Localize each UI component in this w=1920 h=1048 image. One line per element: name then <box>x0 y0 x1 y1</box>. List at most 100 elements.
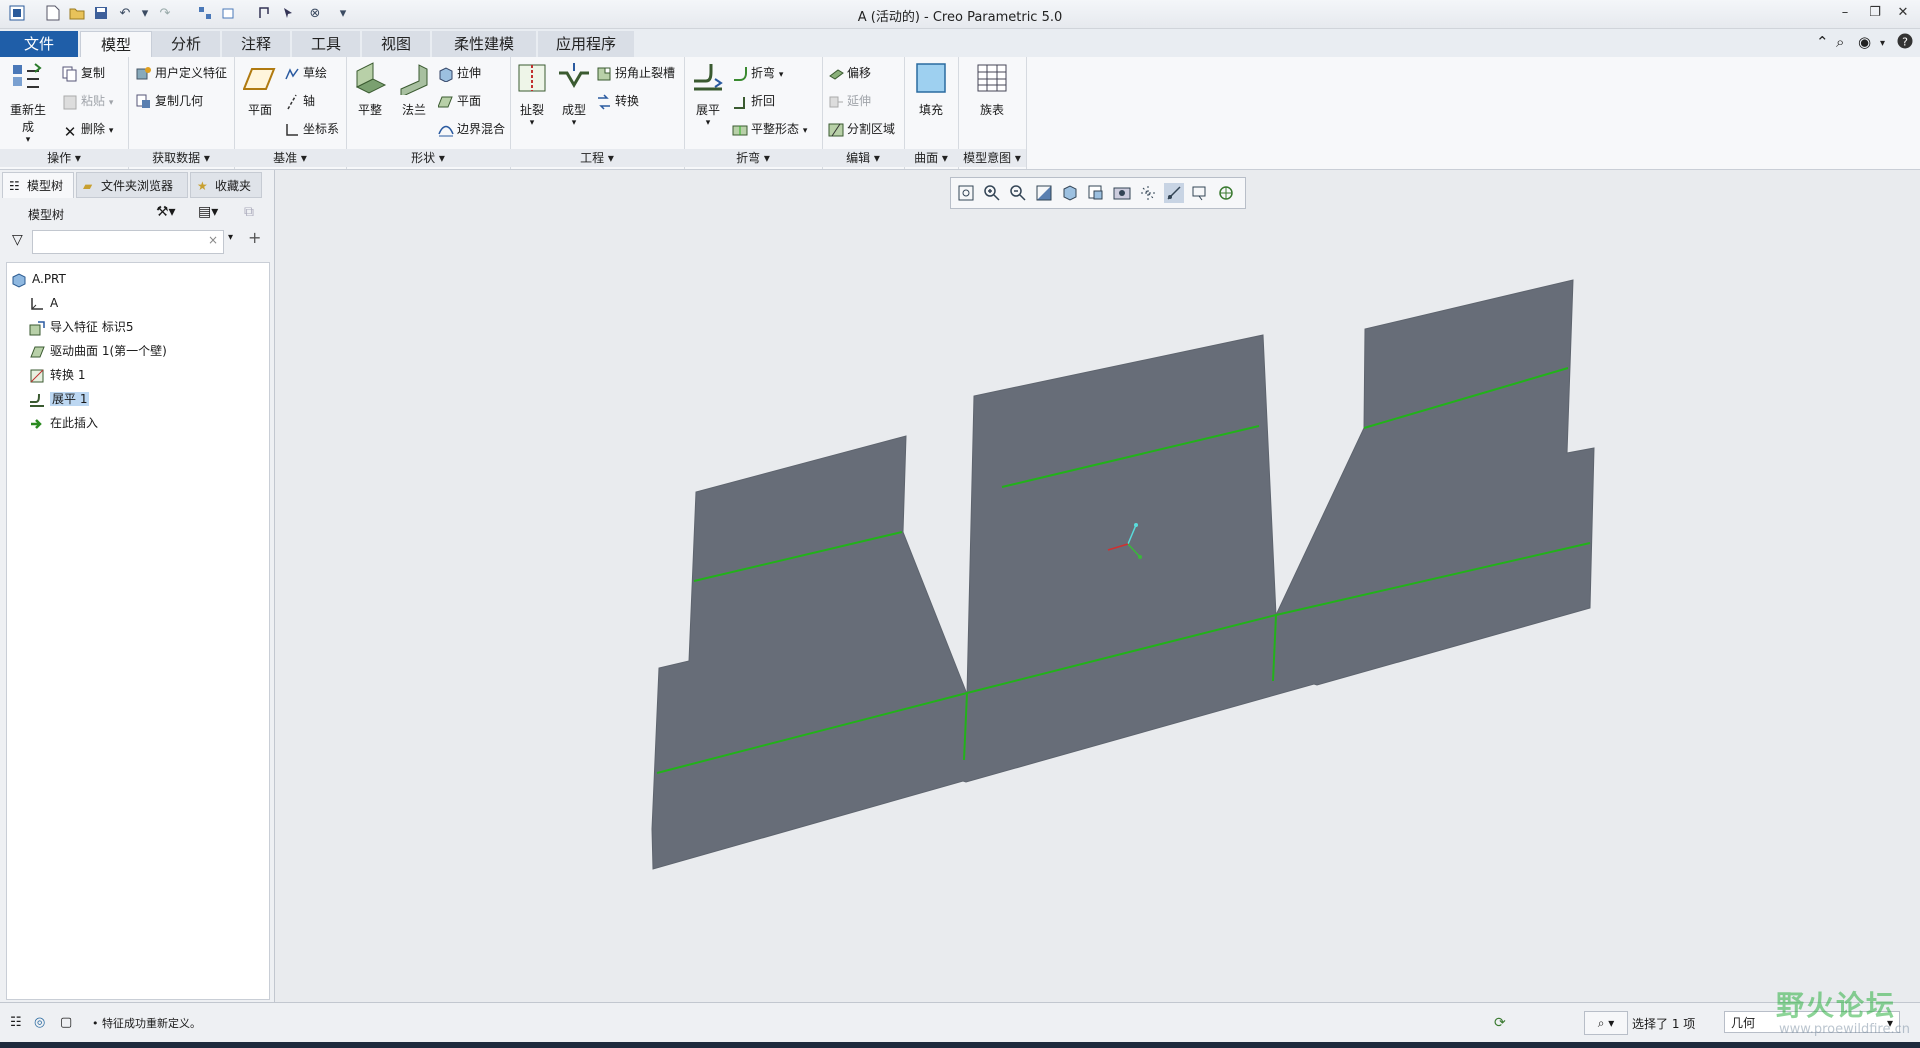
perspective-view-icon[interactable] <box>1138 183 1158 203</box>
unbend-dropdown-icon[interactable]: ▾ <box>686 118 730 128</box>
tree-item-part[interactable]: A.PRT <box>11 269 66 289</box>
flange-button[interactable]: 法兰 <box>392 61 436 118</box>
extend-button[interactable]: 延伸 <box>828 91 871 111</box>
form-dropdown-icon[interactable]: ▾ <box>552 118 596 128</box>
tab-tools[interactable]: 工具 <box>292 31 360 57</box>
group-bends-label[interactable]: 折弯 ▾ <box>684 149 822 167</box>
community-dropdown-icon[interactable]: ▾ <box>1880 38 1885 49</box>
regeneration-status-icon[interactable]: ⟳ <box>1494 1015 1506 1031</box>
split-area-button[interactable]: 分割区域 <box>828 119 895 139</box>
group-get-data-label[interactable]: 获取数据 ▾ <box>128 149 234 167</box>
tree-filter-tool-icon[interactable]: ⧉ <box>244 204 254 220</box>
tab-applications[interactable]: 应用程序 <box>538 31 634 57</box>
axis-button[interactable]: 轴 <box>284 91 315 111</box>
family-table-button[interactable]: 族表 <box>970 61 1014 118</box>
refit-icon[interactable] <box>956 183 976 203</box>
help-icon[interactable]: ? <box>1897 33 1913 53</box>
zoom-in-icon[interactable] <box>982 183 1002 203</box>
extrude-button[interactable]: 拉伸 <box>438 63 481 83</box>
convert-button[interactable]: 转换 <box>596 91 639 111</box>
group-operations-label[interactable]: 操作 ▾ <box>0 149 128 167</box>
tree-item-convert[interactable]: 转换 1 <box>29 365 85 385</box>
group-model-intent-label[interactable]: 模型意图 ▾ <box>958 149 1026 167</box>
unbend-button[interactable]: 展平 ▾ <box>686 61 730 128</box>
community-icon[interactable]: ◉ <box>1858 33 1871 51</box>
paste-button[interactable]: 粘贴 ▾ <box>62 91 113 111</box>
boundary-blend-button[interactable]: 边界混合 <box>438 119 505 139</box>
tab-model[interactable]: 模型 <box>80 31 152 58</box>
regenerate-dropdown-icon[interactable]: ▾ <box>6 135 50 145</box>
tab-flexible-modeling[interactable]: 柔性建模 <box>432 31 536 57</box>
toggle-navigator-icon[interactable]: ☷ <box>10 1015 22 1030</box>
tree-item-driving-surface[interactable]: 驱动曲面 1(第一个壁) <box>29 341 167 361</box>
fill-button[interactable]: 填充 <box>909 61 953 118</box>
tree-settings-icon[interactable]: ⚒▾ <box>156 204 176 220</box>
repaint-icon[interactable] <box>1034 183 1054 203</box>
filter-icon[interactable]: ▽ <box>12 232 23 248</box>
flat-wall-button[interactable]: 平整 <box>348 61 392 118</box>
tab-analysis[interactable]: 分析 <box>152 31 220 57</box>
corner-relief-button[interactable]: 拐角止裂槽 <box>596 63 675 83</box>
restore-icon[interactable]: ❐ <box>1864 3 1886 23</box>
tab-view[interactable]: 视图 <box>362 31 430 57</box>
minimize-icon[interactable]: – <box>1834 3 1856 23</box>
display-style-icon[interactable] <box>1060 183 1080 203</box>
offset-button[interactable]: 偏移 <box>828 63 871 83</box>
flat-pattern-button[interactable]: 平整形态 ▾ <box>732 119 807 139</box>
datum-display-filters-icon[interactable] <box>1164 183 1184 203</box>
group-surfaces-label[interactable]: 曲面 ▾ <box>904 149 958 167</box>
close-icon[interactable]: ✕ <box>1892 3 1914 23</box>
copy-button[interactable]: 复制 <box>62 63 105 83</box>
csys-label: 坐标系 <box>303 122 340 136</box>
group-engineering-label[interactable]: 工程 ▾ <box>510 149 684 167</box>
tab-annotate[interactable]: 注释 <box>222 31 290 57</box>
graphics-window[interactable] <box>276 170 1920 1002</box>
plane-surface-label: 平面 <box>457 94 482 108</box>
find-button[interactable]: ⌕ ▾ <box>1584 1011 1628 1035</box>
rip-button[interactable]: 扯裂 ▾ <box>510 61 554 128</box>
search-dropdown-icon[interactable]: ▾ <box>228 232 233 243</box>
group-editing-label[interactable]: 编辑 ▾ <box>822 149 904 167</box>
zoom-out-icon[interactable] <box>1008 183 1028 203</box>
taskbar-strip <box>0 1042 1920 1048</box>
full-screen-icon[interactable]: ▢ <box>60 1015 72 1030</box>
sketch-button[interactable]: 草绘 <box>284 63 327 83</box>
spin-center-icon[interactable] <box>1216 183 1236 203</box>
tree-item-csys[interactable]: A <box>29 293 58 313</box>
sketch-icon <box>284 66 300 82</box>
bend-button[interactable]: 折弯 ▾ <box>732 63 783 83</box>
collapse-ribbon-icon[interactable]: ⌃ <box>1816 33 1829 51</box>
search-icon[interactable]: ⌕ <box>1836 33 1844 51</box>
tree-search-input[interactable]: × <box>32 230 224 254</box>
csys-button[interactable]: 坐标系 <box>284 119 339 139</box>
group-shapes-label[interactable]: 形状 ▾ <box>346 149 510 167</box>
group-datum-label[interactable]: 基准 ▾ <box>234 149 346 167</box>
form-button[interactable]: 成型 ▾ <box>552 61 596 128</box>
bend-back-button[interactable]: 折回 <box>732 91 775 111</box>
tab-file[interactable]: 文件 <box>0 31 78 57</box>
annotation-display-icon[interactable] <box>1190 183 1210 203</box>
toggle-browser-icon[interactable]: ◎ <box>34 1015 45 1030</box>
unbend-icon <box>691 61 725 95</box>
tree-item-insert-here[interactable]: 在此插入 <box>29 413 98 433</box>
tab-favorites[interactable]: ★ 收藏夹 <box>190 172 262 198</box>
tree-show-icon[interactable]: ▤▾ <box>198 204 218 220</box>
tree-item-unbend[interactable]: 展平 1 <box>29 389 90 409</box>
regenerate-label: 重新生成 <box>9 103 46 134</box>
udf-button[interactable]: 用户定义特征 <box>136 63 227 83</box>
rip-dropdown-icon[interactable]: ▾ <box>510 118 554 128</box>
tab-folder-browser[interactable]: ▰ 文件夹浏览器 <box>76 172 188 198</box>
clear-search-icon[interactable]: × <box>208 233 218 247</box>
tree-item-import[interactable]: 导入特征 标识5 <box>29 317 133 337</box>
copy-geometry-button[interactable]: 复制几何 <box>136 91 203 111</box>
family-table-label: 族表 <box>979 103 1004 117</box>
tab-model-tree[interactable]: ☷ 模型树 <box>2 172 74 198</box>
delete-button[interactable]: ✕ 删除 ▾ <box>62 119 114 141</box>
model-graphics[interactable] <box>276 170 1920 1002</box>
plane-surface-button[interactable]: 平面 <box>437 91 482 111</box>
view-manager-icon[interactable] <box>1112 183 1132 203</box>
regenerate-button[interactable]: 重新生成 ▾ <box>6 61 50 145</box>
datum-plane-button[interactable]: 平面 <box>238 61 282 118</box>
add-filter-icon[interactable]: + <box>248 228 261 247</box>
saved-orientations-icon[interactable] <box>1086 183 1106 203</box>
